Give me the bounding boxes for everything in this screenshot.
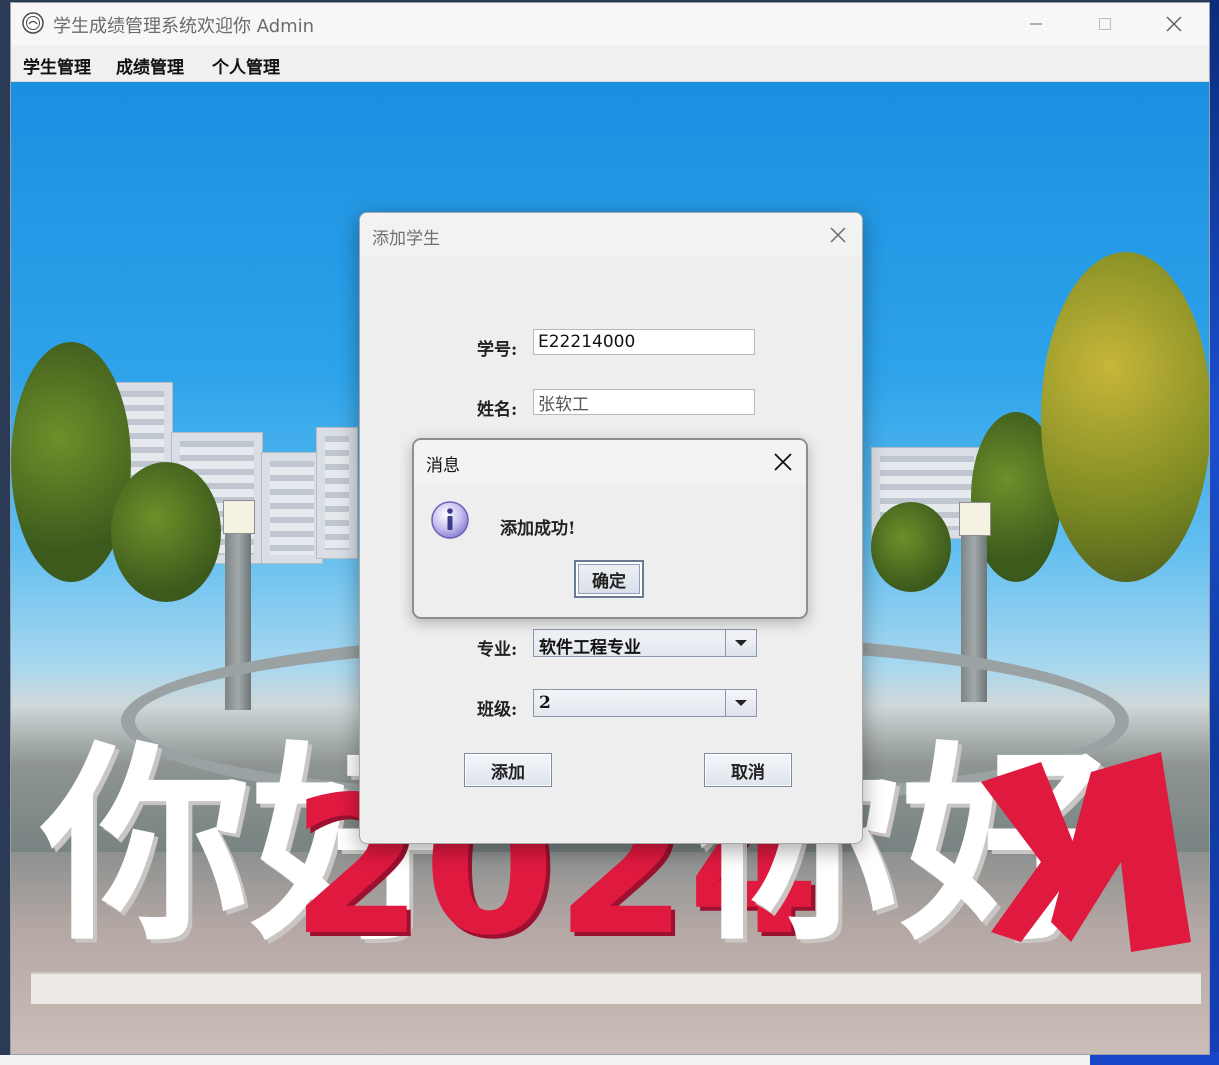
message-dialog-titlebar[interactable]: 消息	[414, 440, 806, 484]
minimize-button[interactable]	[1013, 9, 1059, 39]
maximize-icon	[1099, 18, 1111, 30]
close-icon	[1166, 16, 1182, 32]
red-calligraphy-sculpture	[981, 752, 1191, 952]
chevron-down-icon	[735, 640, 747, 646]
major-dropdown-button[interactable]	[725, 630, 756, 656]
maximize-button[interactable]	[1082, 9, 1128, 39]
message-text: 添加成功!	[500, 519, 576, 539]
major-label: 专业:	[477, 640, 518, 660]
background-building	[261, 452, 323, 564]
app-logo-icon	[22, 12, 44, 34]
window-titlebar[interactable]: 学生成绩管理系统欢迎你 Admin	[11, 3, 1209, 45]
background-tree	[871, 502, 951, 592]
background-tree	[111, 462, 221, 602]
dialog-close-icon[interactable]	[826, 223, 850, 247]
class-label: 班级:	[477, 700, 518, 720]
add-student-dialog-titlebar[interactable]: 添加学生	[360, 213, 862, 257]
class-selected-value: 2	[539, 693, 551, 713]
message-dialog: 消息 添加成功! 确定	[412, 438, 808, 619]
window-title: 学生成绩管理系统欢迎你 Admin	[53, 16, 315, 37]
message-close-icon[interactable]	[772, 451, 794, 473]
background-tree	[1041, 252, 1209, 582]
close-button[interactable]	[1151, 9, 1197, 39]
add-button[interactable]: 添加	[464, 753, 552, 787]
add-student-dialog-title: 添加学生	[372, 229, 440, 249]
class-combobox[interactable]: 2	[533, 689, 757, 717]
chevron-down-icon	[735, 700, 747, 706]
desktop-background-right	[1209, 0, 1219, 1065]
menu-student-management[interactable]: 学生管理	[23, 53, 91, 78]
major-combobox[interactable]: 软件工程专业	[533, 629, 757, 658]
menubar: 学生管理 成绩管理 个人管理	[11, 45, 1209, 82]
info-icon	[431, 501, 469, 539]
minimize-icon	[1030, 23, 1042, 25]
class-dropdown-button[interactable]	[725, 690, 756, 716]
background-building	[316, 427, 358, 559]
student-id-input[interactable]	[533, 329, 755, 355]
student-name-input[interactable]	[533, 389, 755, 415]
student-id-label: 学号:	[477, 340, 518, 360]
menu-personal-management[interactable]: 个人管理	[212, 53, 280, 78]
desktop-background-bottom	[0, 1055, 1219, 1065]
cancel-button[interactable]: 取消	[704, 753, 792, 787]
ok-button[interactable]: 确定	[574, 560, 644, 598]
student-name-label: 姓名:	[477, 400, 518, 420]
menu-grade-management[interactable]: 成绩管理	[116, 53, 184, 78]
major-selected-value: 软件工程专业	[539, 638, 641, 658]
message-dialog-title: 消息	[426, 456, 460, 476]
